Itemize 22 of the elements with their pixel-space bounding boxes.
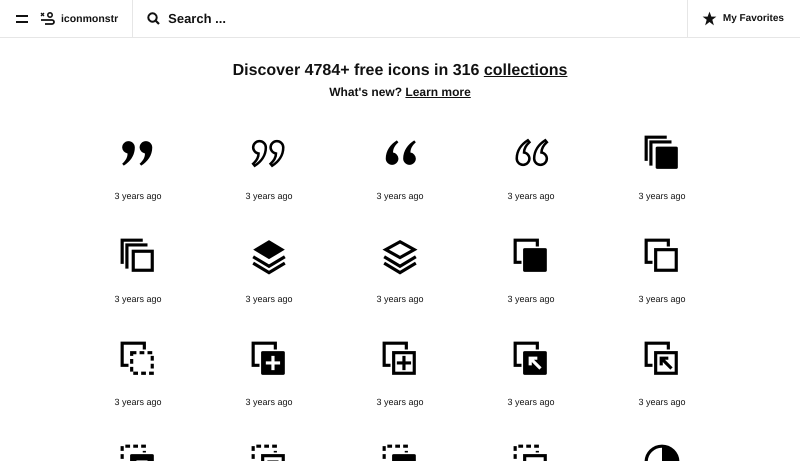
logo-text[interactable]: iconmonstr [61, 12, 118, 24]
timestamp: 3 years ago [114, 397, 162, 407]
timestamp: 3 years ago [638, 397, 686, 407]
timestamp: 3 years ago [376, 191, 424, 201]
timestamp: 3 years ago [114, 191, 162, 201]
collections-link[interactable]: collections [484, 62, 568, 79]
favorites-link[interactable]: My Favorites [686, 0, 800, 37]
timestamp: 3 years ago [245, 191, 293, 201]
search-field[interactable]: Search ... [168, 11, 468, 26]
timestamp: 3 years ago [245, 397, 293, 407]
learn-more-link[interactable]: Learn more [405, 85, 471, 99]
timestamp: 3 years ago [376, 294, 424, 304]
timestamp: 3 years ago [376, 397, 424, 407]
timestamp: 3 years ago [507, 191, 555, 201]
timestamp: 3 years ago [245, 294, 293, 304]
subheadline: What's new? Learn more [329, 85, 471, 99]
timestamp: 3 years ago [507, 294, 555, 304]
timestamp: 3 years ago [638, 191, 686, 201]
timestamp: 3 years ago [114, 294, 162, 304]
headline: Discover 4784+ free icons in 316 collections [232, 62, 568, 80]
timestamp: 3 years ago [507, 397, 555, 407]
timestamp: 3 years ago [638, 294, 686, 304]
